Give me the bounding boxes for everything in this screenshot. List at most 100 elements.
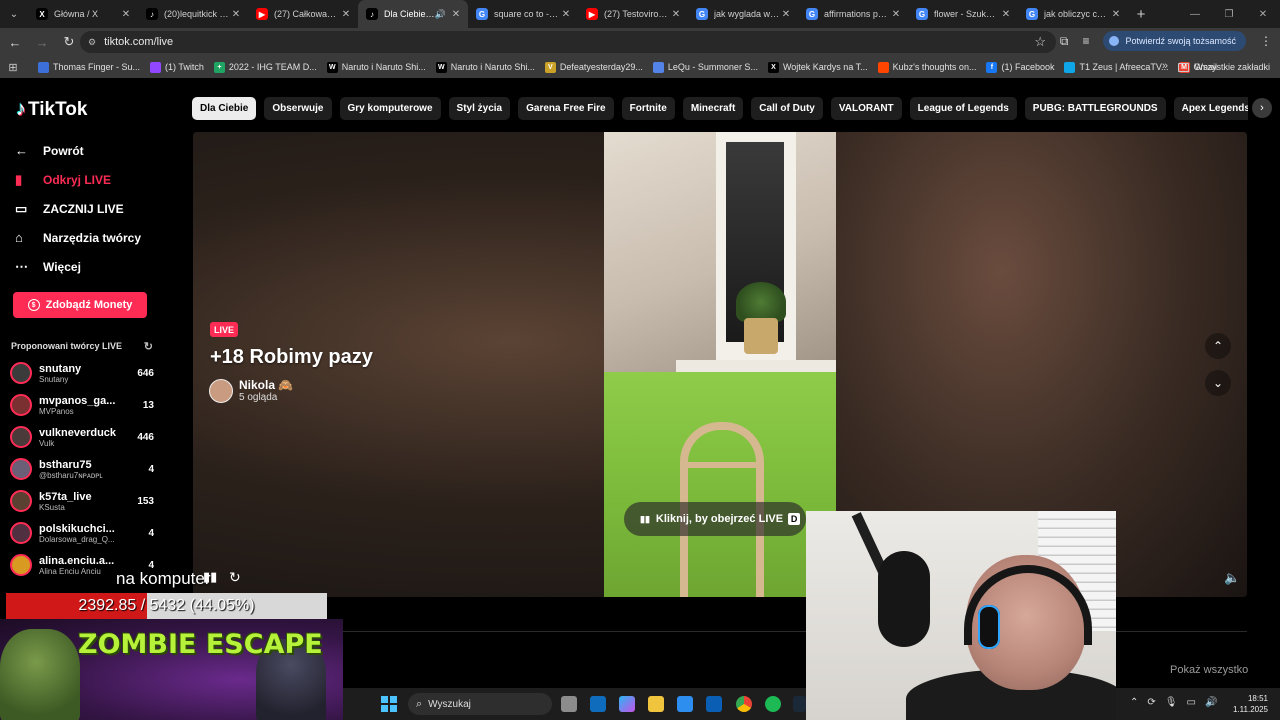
show-all-link[interactable]: Pokaż wszystko xyxy=(1170,664,1248,676)
windows-start-icon[interactable] xyxy=(381,696,397,712)
bookmark-item[interactable]: f (1) Facebook xyxy=(986,61,1054,73)
nav-item[interactable]: ⌂ Narzędzia twórcy xyxy=(15,223,175,252)
browser-tab[interactable]: Gflower - Szukaj w ✕ xyxy=(908,0,1018,28)
outlook-icon[interactable] xyxy=(590,696,606,712)
tab-audio-icon[interactable]: 🔊 xyxy=(435,9,446,20)
reload-icon[interactable]: ↻ xyxy=(57,34,81,50)
app-icon[interactable] xyxy=(706,696,722,712)
tiktok-logo[interactable]: ♪ TikTok xyxy=(16,98,87,121)
close-tab-icon[interactable]: ✕ xyxy=(450,9,462,20)
category-tab[interactable]: Apex Legends xyxy=(1173,97,1248,120)
stream-host[interactable]: Nikola 🙈 5 ogląda xyxy=(209,378,293,403)
chevron-up-icon[interactable]: ⌃ xyxy=(1205,333,1231,359)
creator-row[interactable]: vulkneverduck Vulk 446 xyxy=(10,422,154,452)
apps-grid-icon[interactable]: ⊞ xyxy=(0,61,26,74)
category-tab[interactable]: Minecraft xyxy=(682,97,744,120)
browser-tab[interactable]: Gjak obliczyc całke ✕ xyxy=(1018,0,1128,28)
category-tab[interactable]: Dla Ciebie xyxy=(192,97,257,120)
nav-item[interactable]: ← Powrót xyxy=(15,136,175,165)
browser-tab[interactable]: ▶ (27) Całkowanie p ✕ xyxy=(248,0,358,28)
chrome-icon[interactable] xyxy=(736,696,752,712)
minimize-icon[interactable]: — xyxy=(1178,9,1212,20)
address-bar[interactable]: ⚙ tiktok.com/live ☆ xyxy=(80,31,1056,53)
nav-item[interactable]: ⋯ Więcej xyxy=(15,252,175,281)
back-icon[interactable]: ← xyxy=(3,35,27,50)
forward-icon[interactable]: → xyxy=(30,35,54,50)
close-window-icon[interactable]: ✕ xyxy=(1246,9,1280,20)
menu-icon[interactable]: ⋮ xyxy=(1260,34,1272,48)
get-coins-button[interactable]: $ Zdobądź Monety xyxy=(13,292,147,318)
store-icon[interactable] xyxy=(677,696,693,712)
category-tab[interactable]: Obserwuje xyxy=(264,97,332,120)
chevron-down-icon[interactable]: ⌄ xyxy=(1205,370,1231,396)
bookmark-item[interactable]: W Naruto i Naruto Shi... xyxy=(326,61,426,73)
new-tab-button[interactable]: + xyxy=(1128,6,1154,23)
media-controls-icon[interactable]: ≡ xyxy=(1082,34,1089,48)
category-tab[interactable]: Fortnite xyxy=(621,97,675,120)
more-bookmarks-icon[interactable]: » xyxy=(1162,60,1168,72)
close-tab-icon[interactable]: ✕ xyxy=(780,9,792,20)
microphone-icon[interactable]: 🎙 xyxy=(1165,697,1178,708)
maximize-icon[interactable]: ❐ xyxy=(1212,9,1246,20)
category-tab[interactable]: Gry komputerowe xyxy=(339,97,441,120)
volume-icon[interactable]: 🔈 xyxy=(1224,570,1240,586)
all-bookmarks-button[interactable]: Wszystkie zakładki xyxy=(1178,56,1270,78)
close-tab-icon[interactable]: ✕ xyxy=(340,9,352,20)
close-tab-icon[interactable]: ✕ xyxy=(1000,9,1012,20)
browser-tab[interactable]: ▶ (27) Testoviron na ✕ xyxy=(578,0,688,28)
clock[interactable]: 18:51 1.11.2025 xyxy=(1233,693,1268,715)
tab-search-icon[interactable]: ⌄ xyxy=(0,0,28,28)
category-tab[interactable]: PUBG: BATTLEGROUNDS xyxy=(1024,97,1166,120)
close-tab-icon[interactable]: ✕ xyxy=(120,9,132,20)
bookmark-item[interactable]: Kubz's thoughts on... xyxy=(877,61,976,73)
bookmark-item[interactable]: Thomas Finger - Su... xyxy=(38,61,140,73)
steam-icon[interactable] xyxy=(793,696,806,712)
chevron-right-icon[interactable]: › xyxy=(1252,98,1272,118)
category-tab[interactable]: League of Legends xyxy=(909,97,1017,120)
bookmark-star-icon[interactable]: ☆ xyxy=(1034,34,1046,50)
watch-live-button[interactable]: ▮▮ Kliknij, by obejrzeć LIVE D xyxy=(624,502,806,536)
sync-icon[interactable]: ⟳ xyxy=(1147,697,1155,708)
creator-row[interactable]: snutany Snutany 646 xyxy=(10,358,154,388)
creator-row[interactable]: polskikuchci... Dolarsowa_drag_Q... 4 xyxy=(10,518,154,548)
browser-tab[interactable]: ♪ Dla Ciebie - k 🔊 ✕ xyxy=(358,0,468,28)
bookmark-item[interactable]: W Naruto i Naruto Shi... xyxy=(435,61,535,73)
taskbar-search[interactable]: ⌕ Wyszukaj xyxy=(408,693,552,715)
browser-tab[interactable]: Gsquare co to - Szu ✕ xyxy=(468,0,578,28)
close-tab-icon[interactable]: ✕ xyxy=(890,9,902,20)
chevron-up-tray-icon[interactable]: ⌃ xyxy=(1130,697,1138,708)
site-info-icon[interactable]: ⚙ xyxy=(88,37,96,48)
task-view-icon[interactable] xyxy=(561,696,577,712)
close-tab-icon[interactable]: ✕ xyxy=(230,9,242,20)
bookmark-item[interactable]: +2022 - IHG TEAM D... xyxy=(213,61,317,73)
close-tab-icon[interactable]: ✕ xyxy=(670,9,682,20)
category-tab[interactable]: Call of Duty xyxy=(751,97,823,120)
category-tab[interactable]: Garena Free Fire xyxy=(518,97,614,120)
extensions-icon[interactable]: ⧉ xyxy=(1060,34,1069,49)
browser-tab[interactable]: X Główna / X ✕ xyxy=(28,0,138,28)
creator-row[interactable]: mvpanos_ga... MVPanos 13 xyxy=(10,390,154,420)
browser-tab[interactable]: Gjak wyglada wald ✕ xyxy=(688,0,798,28)
bookmark-item[interactable]: T1 Zeus | AfreecaTV... xyxy=(1064,61,1169,73)
speaker-icon[interactable]: 🔊 xyxy=(1205,697,1217,708)
bookmark-item[interactable]: LeQu - Summoner S... xyxy=(652,61,758,73)
browser-tab[interactable]: ♪ (20)lequitkick (@le✕ xyxy=(138,0,248,28)
browser-tab[interactable]: Gaffirmations po p ✕ xyxy=(798,0,908,28)
category-tab[interactable]: Styl życia xyxy=(448,97,511,120)
close-tab-icon[interactable]: ✕ xyxy=(1110,9,1122,20)
stream-title[interactable]: +18 Robimy pazy xyxy=(210,346,373,369)
verify-identity-button[interactable]: Potwierdź swoją tożsamość xyxy=(1103,31,1246,51)
category-tab[interactable]: VALORANT xyxy=(830,97,902,120)
file-explorer-icon[interactable] xyxy=(648,696,664,712)
spotify-icon[interactable] xyxy=(765,696,781,712)
nav-item[interactable]: ▭ ZACZNIJ LIVE xyxy=(15,194,175,223)
bookmark-item[interactable]: V Defeatyesterday29... xyxy=(544,61,643,73)
close-tab-icon[interactable]: ✕ xyxy=(560,9,572,20)
nav-item[interactable]: ▮ Odkryj LIVE xyxy=(15,165,175,194)
bookmark-item[interactable]: (1) Twitch xyxy=(150,61,204,73)
bookmark-item[interactable]: X Wojtek Kardys na T... xyxy=(767,61,868,73)
creator-row[interactable]: bstharu75 @bstharu7ɴᴘᴀᴅᴘʟ 4 xyxy=(10,454,154,484)
refresh-creators-icon[interactable]: ↻ xyxy=(144,340,153,353)
display-icon[interactable]: ▭ xyxy=(1186,697,1195,708)
copilot-icon[interactable] xyxy=(619,696,635,712)
